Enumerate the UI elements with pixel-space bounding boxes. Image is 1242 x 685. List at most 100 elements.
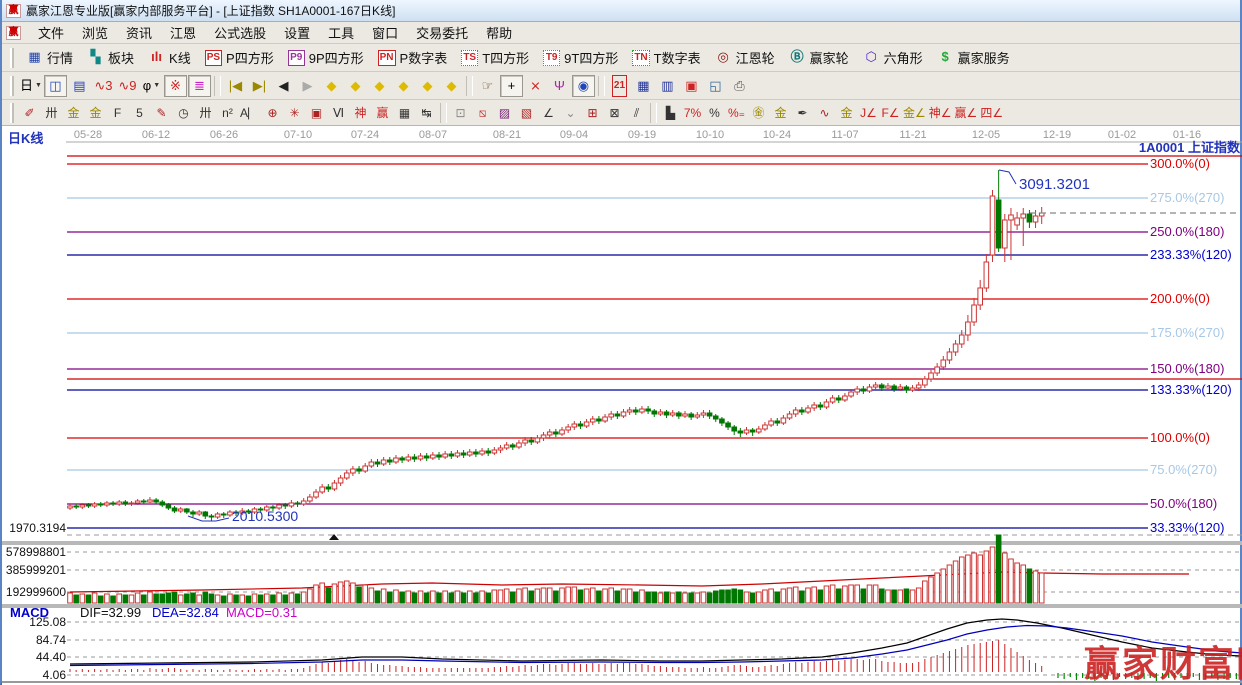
- fan-box-1-button[interactable]: ▨: [494, 103, 515, 123]
- gold-flat-button[interactable]: 金: [836, 103, 857, 123]
- menu-item-2[interactable]: 资讯: [117, 21, 161, 44]
- menu-item-6[interactable]: 工具: [319, 21, 363, 44]
- menu-item-7[interactable]: 窗口: [363, 21, 407, 44]
- grid-plus-button[interactable]: ⊞: [582, 103, 603, 123]
- gold-ruler-1-button[interactable]: 金: [63, 103, 84, 123]
- zoom-out-button[interactable]: ◆: [416, 75, 439, 97]
- toolbar-grip[interactable]: [10, 76, 14, 96]
- toolbar-button-quotes[interactable]: ▦行情: [20, 46, 79, 69]
- five-ruler-button[interactable]: 5: [129, 103, 150, 123]
- toolbar-button-winner-wheel[interactable]: Ⓑ赢家轮: [783, 46, 855, 69]
- toolbar-button-t-square[interactable]: TST四方形: [455, 46, 535, 69]
- angle-shen-button[interactable]: 神∠: [928, 103, 953, 123]
- shen-ruler-button[interactable]: 神: [350, 103, 371, 123]
- calendar-button[interactable]: 21: [608, 75, 631, 97]
- period-day-button[interactable]: 日▼: [19, 75, 43, 97]
- print-button[interactable]: ⎙: [728, 75, 751, 97]
- toolbar-button-kline[interactable]: ılıK线: [142, 46, 197, 69]
- gold-circle-button[interactable]: ㊎: [748, 103, 769, 123]
- toolbar-button-p-square[interactable]: PSP四方形: [199, 46, 280, 69]
- chart-svg[interactable]: 05-2806-1206-2607-1007-2408-0708-2109-04…: [2, 126, 1242, 685]
- wheel-1-button[interactable]: ✳: [284, 103, 305, 123]
- toolbar-button-winner-service[interactable]: $赢家服务: [931, 46, 1016, 69]
- gold-ruler-2-button[interactable]: 金: [85, 103, 106, 123]
- a-line-button[interactable]: A⎸: [239, 103, 261, 123]
- wheel-2-button[interactable]: ▣: [306, 103, 327, 123]
- compass-button[interactable]: ⊕: [262, 103, 283, 123]
- save-button[interactable]: ▣: [680, 75, 703, 97]
- notes-button[interactable]: ▥: [656, 75, 679, 97]
- brush-button[interactable]: ✒: [792, 103, 813, 123]
- go-prev-button[interactable]: ◀: [272, 75, 295, 97]
- angle-gold-button[interactable]: 金∠: [902, 103, 927, 123]
- toolbar-grip[interactable]: [10, 103, 14, 123]
- n-square-button[interactable]: n²: [217, 103, 238, 123]
- wave-9-button[interactable]: ∿9: [116, 75, 139, 97]
- erase-line-button[interactable]: ⨯: [524, 75, 547, 97]
- toolbar-button-hexagon[interactable]: ⬡六角形: [857, 46, 929, 69]
- pan-hand-button[interactable]: ☞: [476, 75, 499, 97]
- gann-pen-button[interactable]: ✐: [19, 103, 40, 123]
- hist-pct-button[interactable]: ▙: [660, 103, 681, 123]
- pen-2-button[interactable]: ✎: [151, 103, 172, 123]
- grid-x-button[interactable]: ⊠: [604, 103, 625, 123]
- f-ruler-button[interactable]: F: [107, 103, 128, 123]
- menu-item-5[interactable]: 设置: [275, 21, 319, 44]
- menu-item-0[interactable]: 文件: [29, 21, 73, 44]
- pct-lines-button[interactable]: %₌: [726, 103, 747, 123]
- go-last-button[interactable]: ▶|: [248, 75, 271, 97]
- toolbar-button-gann-wheel[interactable]: ◎江恩轮: [709, 46, 781, 69]
- angle-f-button[interactable]: F∠: [880, 103, 901, 123]
- chart-area[interactable]: 05-2806-1206-2607-1007-2408-0708-2109-04…: [2, 126, 1240, 685]
- draw-mark-button[interactable]: ※: [164, 75, 187, 97]
- chart-window-button[interactable]: ◫: [44, 75, 67, 97]
- span-measure-button[interactable]: ↹: [416, 103, 437, 123]
- tool-brain-button[interactable]: ◉: [572, 75, 595, 97]
- toolbar-grip[interactable]: [10, 48, 14, 68]
- toolbar-button-p-number-table[interactable]: PNP数字表: [372, 46, 454, 69]
- calculator-button[interactable]: ▦: [632, 75, 655, 97]
- toolbar-button-9p-square[interactable]: P99P四方形: [282, 46, 370, 69]
- vi-mark-button[interactable]: Ⅵ: [328, 103, 349, 123]
- num-grid-button[interactable]: ▦: [394, 103, 415, 123]
- gold-lines-button[interactable]: 金: [770, 103, 791, 123]
- toolbar-button-t-number-table[interactable]: TNT数字表: [626, 46, 706, 69]
- go-next-button[interactable]: ▶: [296, 75, 319, 97]
- menu-item-9[interactable]: 帮助: [477, 21, 521, 44]
- a-wave-button[interactable]: ∿: [814, 103, 835, 123]
- shift-left-button[interactable]: ◆: [320, 75, 343, 97]
- info-list-button[interactable]: ▤: [68, 75, 91, 97]
- pct-button[interactable]: %: [704, 103, 725, 123]
- color-hist-button[interactable]: ≣: [188, 75, 211, 97]
- angle-j-button[interactable]: J∠: [858, 103, 879, 123]
- box-tool-button[interactable]: ⊡: [450, 103, 471, 123]
- angle-ying-button[interactable]: 赢∠: [954, 103, 979, 123]
- angle-si-button[interactable]: 四∠: [979, 103, 1004, 123]
- menu-item-3[interactable]: 江恩: [161, 21, 205, 44]
- menu-item-4[interactable]: 公式选股: [205, 21, 275, 44]
- pct-7-button[interactable]: 7%: [682, 103, 703, 123]
- candle-style-button[interactable]: φ▼: [140, 75, 163, 97]
- zoom-in-button[interactable]: ◆: [392, 75, 415, 97]
- fan-box-2-button[interactable]: ▧: [516, 103, 537, 123]
- shift-right-button[interactable]: ◆: [344, 75, 367, 97]
- menu-item-1[interactable]: 浏览: [73, 21, 117, 44]
- export-button[interactable]: ◱: [704, 75, 727, 97]
- wave-3-button[interactable]: ∿3: [92, 75, 115, 97]
- title-bar[interactable]: 赢 赢家江恩专业版[赢家内部服务平台] - [上证指数 SH1A0001-167…: [2, 0, 1240, 22]
- v-lines-button[interactable]: ⌄: [560, 103, 581, 123]
- fan-red-button[interactable]: ⧅: [472, 103, 493, 123]
- menu-item-8[interactable]: 交易委托: [407, 21, 477, 44]
- zoom-fit-button[interactable]: ◆: [440, 75, 463, 97]
- crosshair-button[interactable]: +: [500, 75, 523, 97]
- toolbar-button-9t-square[interactable]: T99T四方形: [537, 46, 624, 69]
- tool-purple-button[interactable]: Ψ: [548, 75, 571, 97]
- go-first-button[interactable]: |◀: [224, 75, 247, 97]
- parallel-button[interactable]: ⫽: [626, 103, 647, 123]
- toolbar-button-sectors[interactable]: ▚板块: [81, 46, 140, 69]
- zoom-h-button[interactable]: ◆: [368, 75, 391, 97]
- angle-lines-button[interactable]: ∠: [538, 103, 559, 123]
- ying-ruler-button[interactable]: 赢: [372, 103, 393, 123]
- ruler-button[interactable]: 卅: [41, 103, 62, 123]
- time-cycle-button[interactable]: ◷: [173, 103, 194, 123]
